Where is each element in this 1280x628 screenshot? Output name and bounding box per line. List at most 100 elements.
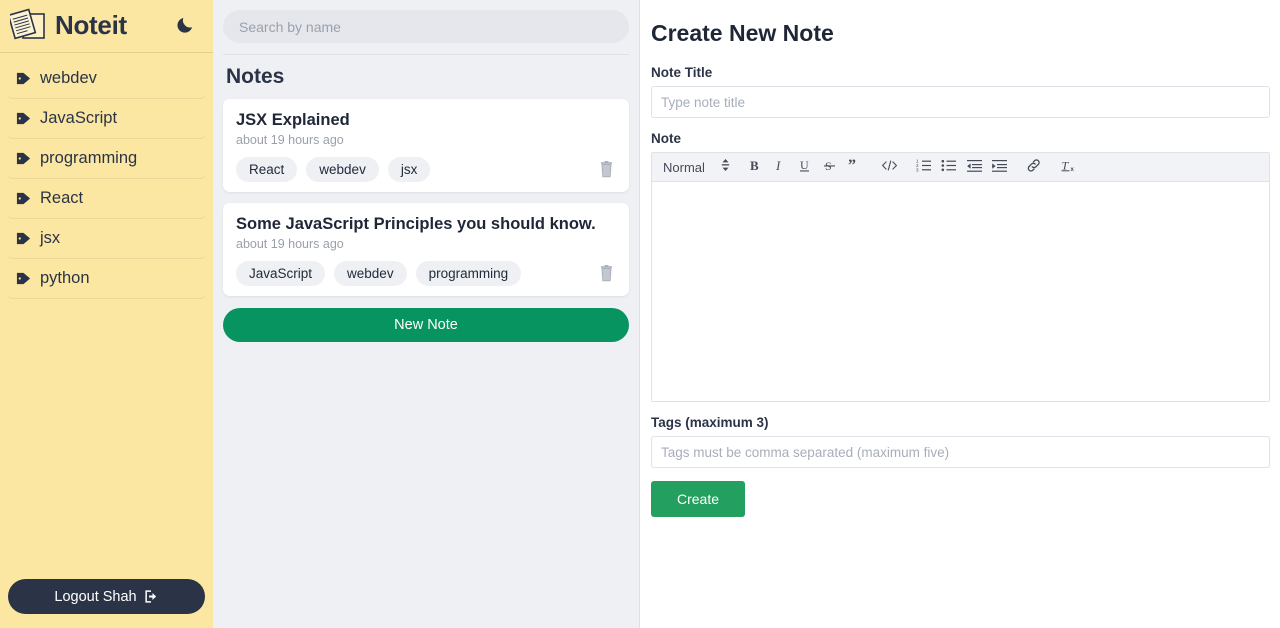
search-section: [223, 0, 629, 54]
toolbar-spacer: [902, 167, 912, 168]
sidebar-item-jsx[interactable]: jsx: [7, 219, 206, 259]
clear-formatting-icon: T x: [1061, 158, 1078, 176]
note-tag-chips: React webdev jsx: [236, 156, 431, 183]
svg-text:3: 3: [916, 167, 919, 172]
sidebar-item-programming[interactable]: programming: [7, 139, 206, 179]
brand: Noteit: [10, 8, 127, 42]
toolbar-spacer: [1012, 167, 1022, 168]
new-note-button[interactable]: New Note: [223, 308, 629, 343]
moon-icon: [176, 14, 196, 37]
page-title: Create New Note: [651, 20, 834, 46]
sidebar-item-label: React: [40, 189, 84, 207]
logout-section: Logout Shah: [0, 579, 213, 628]
link-button[interactable]: [1022, 155, 1047, 179]
tag-icon: [16, 111, 31, 126]
sidebar-item-webdev[interactable]: webdev: [7, 59, 206, 99]
app-title: Noteit: [55, 10, 127, 40]
sidebar-item-react[interactable]: React: [7, 179, 206, 219]
ordered-list-icon: 123: [916, 158, 932, 176]
sidebar-item-label: jsx: [40, 229, 61, 247]
note-title: Some JavaScript Principles you should kn…: [236, 215, 596, 234]
bullet-list-button[interactable]: [937, 155, 962, 179]
clear-formatting-button[interactable]: T x: [1057, 155, 1082, 179]
chevron-updown-icon: [721, 158, 730, 177]
note-title-input[interactable]: [651, 86, 1270, 118]
toolbar-spacer: [1047, 167, 1057, 168]
note-card[interactable]: Some JavaScript Principles you should kn…: [223, 203, 629, 297]
sidebar-item-label: programming: [40, 149, 138, 167]
bold-button[interactable]: B: [742, 155, 767, 179]
tags-label: Tags (maximum 3): [651, 415, 769, 430]
note-title-label: Note Title: [651, 65, 713, 80]
logout-button-label: Logout Shah: [54, 588, 137, 605]
outdent-icon: [966, 158, 983, 176]
create-button[interactable]: Create: [651, 481, 746, 517]
bold-icon: B: [747, 158, 762, 176]
notes-heading: Notes: [223, 54, 629, 99]
svg-text:B: B: [750, 158, 759, 173]
app-root: Noteit webdev JavaScript programming Rea…: [0, 0, 1280, 628]
tags-input[interactable]: [651, 436, 1270, 468]
trash-icon: [599, 265, 614, 282]
note-tag-chip[interactable]: webdev: [334, 260, 407, 287]
sidebar-item-python[interactable]: python: [7, 259, 206, 299]
search-input[interactable]: [223, 10, 629, 43]
delete-note-button[interactable]: [597, 160, 616, 178]
note-title: JSX Explained: [236, 111, 350, 129]
note-footer: React webdev jsx: [236, 156, 616, 183]
tag-icon: [16, 231, 31, 246]
sidebar-tag-list: webdev JavaScript programming React jsx …: [0, 53, 213, 299]
note-timestamp: about 19 hours ago: [236, 132, 344, 147]
format-picker[interactable]: Normal: [659, 153, 742, 181]
tag-icon: [16, 71, 31, 86]
strikethrough-button[interactable]: S: [817, 155, 842, 179]
outdent-button[interactable]: [962, 155, 987, 179]
strikethrough-icon: S: [822, 158, 837, 176]
italic-icon: I: [772, 158, 787, 176]
tag-icon: [16, 191, 31, 206]
note-body-editor[interactable]: [652, 182, 1269, 401]
underline-button[interactable]: U: [792, 155, 817, 179]
note-card[interactable]: JSX Explained about 19 hours ago React w…: [223, 99, 629, 193]
svg-text:U: U: [800, 158, 809, 172]
note-body-field-block: Note Normal B I U S ” 1 2 3 T x: [651, 131, 1270, 402]
italic-button[interactable]: I: [767, 155, 792, 179]
note-title-field-block: Note Title: [651, 65, 1270, 118]
svg-text:”: ”: [848, 158, 856, 173]
note-tag-chip[interactable]: React: [236, 156, 298, 183]
note-tag-chip[interactable]: programming: [415, 260, 522, 287]
sidebar-item-label: webdev: [40, 69, 97, 87]
svg-text:I: I: [775, 158, 781, 173]
trash-icon: [599, 160, 614, 178]
logout-button[interactable]: Logout Shah: [8, 579, 205, 614]
note-tag-chips: JavaScript webdev programming: [236, 260, 522, 287]
underline-icon: U: [797, 158, 812, 176]
delete-note-button[interactable]: [597, 265, 616, 282]
indent-button[interactable]: [987, 155, 1012, 179]
blockquote-button[interactable]: ”: [842, 155, 867, 179]
logout-icon: [144, 589, 159, 604]
sidebar-header: Noteit: [0, 0, 213, 53]
ordered-list-button[interactable]: 123: [912, 155, 937, 179]
toolbar-spacer: [867, 167, 877, 168]
note-timestamp: about 19 hours ago: [236, 236, 344, 251]
format-picker-label: Normal: [663, 159, 705, 175]
note-tag-chip[interactable]: webdev: [306, 156, 379, 183]
theme-toggle-button[interactable]: [171, 10, 201, 40]
note-tag-chip[interactable]: JavaScript: [236, 260, 326, 287]
tag-icon: [16, 151, 31, 166]
tags-field-block: Tags (maximum 3): [651, 415, 1270, 468]
blockquote-icon: ”: [847, 157, 862, 176]
code-block-button[interactable]: [877, 155, 902, 179]
note-footer: JavaScript webdev programming: [236, 260, 616, 287]
bullet-list-icon: [941, 158, 957, 176]
editor-toolbar: Normal B I U S ” 1 2 3 T x: [652, 153, 1269, 182]
notes-stack-icon: [10, 8, 48, 42]
sidebar-item-javascript[interactable]: JavaScript: [7, 99, 206, 139]
svg-text:x: x: [1070, 167, 1074, 173]
note-tag-chip[interactable]: jsx: [387, 156, 431, 183]
note-body-label: Note: [651, 131, 681, 146]
tag-icon: [16, 271, 31, 286]
link-icon: [1026, 158, 1042, 176]
sidebar-item-label: JavaScript: [40, 109, 118, 127]
